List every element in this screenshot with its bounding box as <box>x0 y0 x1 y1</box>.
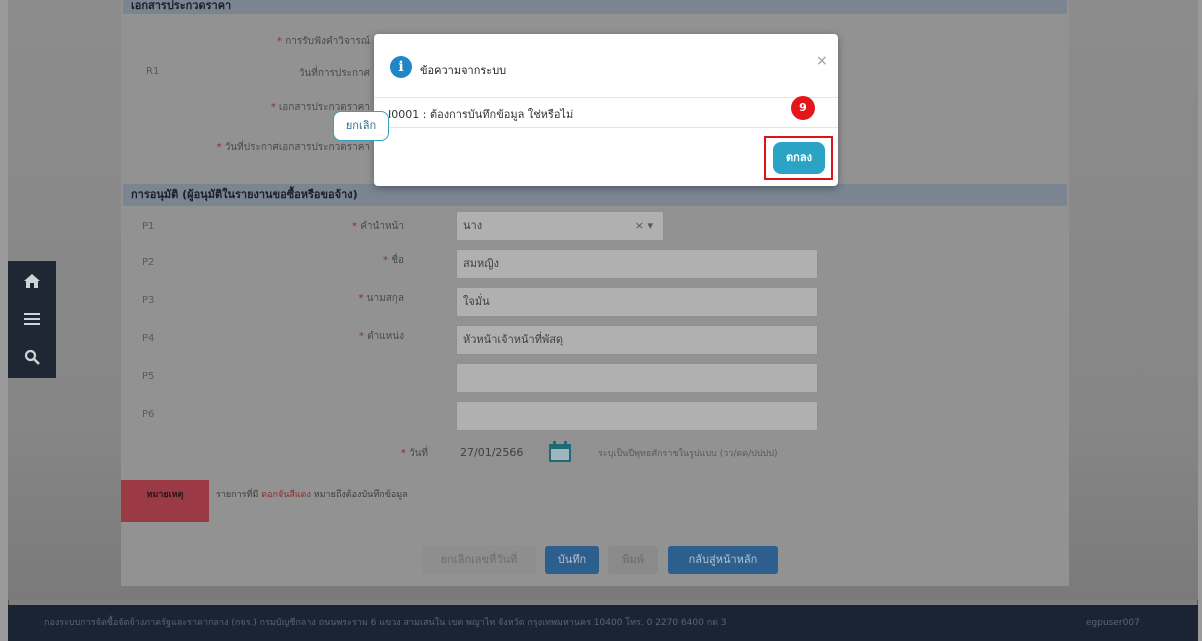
row-code-r1: R1 <box>146 66 160 77</box>
step-number-badge: 9 <box>791 96 815 120</box>
position-input[interactable]: หัวหน้าเจ้าหน้าที่พัสดุ <box>456 325 818 355</box>
dialog-cancel-button[interactable]: ยกเลิก <box>333 111 389 141</box>
field-label-last-name: * นามสกุล <box>358 293 404 304</box>
field-label-position: * ตำแหน่ง <box>358 331 404 342</box>
floating-sidebar <box>8 261 56 378</box>
print-button[interactable]: พิมพ์ <box>608 546 658 574</box>
footer-address: กองระบบการจัดซื้อจัดจ้างภาครัฐและราคากลา… <box>44 618 727 628</box>
search-icon[interactable] <box>8 339 56 375</box>
field-label-date: * วันที่ <box>400 448 428 459</box>
row-code-p1: P1 <box>142 221 155 232</box>
close-icon[interactable]: × <box>816 53 828 69</box>
prefix-select[interactable]: นาง × ▾ <box>456 211 664 241</box>
p6-input[interactable] <box>456 401 818 431</box>
home-icon[interactable] <box>8 263 56 299</box>
note-text: รายการที่มี ดอกจันสีแดง หมายถึงต้องบันทึ… <box>216 490 408 500</box>
page-footer: กองระบบการจัดซื้อจัดจ้างภาครัฐและราคากลา… <box>8 605 1198 641</box>
cancel-number-button[interactable]: ยกเลิกเลขที่วันที่ <box>422 546 536 574</box>
field-label-prefix: * คำนำหน้า <box>352 221 404 232</box>
date-input[interactable]: 27/01/2566 <box>454 439 542 469</box>
row-code-p3: P3 <box>142 295 155 306</box>
row-code-p2: P2 <box>142 257 155 268</box>
footer-user: egpuser007 <box>1086 618 1140 628</box>
info-icon: i <box>390 56 412 78</box>
note-tag: หมายเหตุ <box>121 480 209 522</box>
calendar-icon[interactable] <box>548 441 572 463</box>
dialog-message: I0001 : ต้องการบันทึกข้อมูล ใช่หรือไม่ <box>388 108 574 121</box>
field-label-first-name: * ชื่อ <box>383 255 404 266</box>
row-code-p4: P4 <box>142 333 155 344</box>
first-name-input[interactable]: สมหญิง <box>456 249 818 279</box>
section-header-document: เอกสารประกวดราคา <box>123 0 1067 14</box>
field-label-announce-date: วันที่การประกาศ <box>298 68 370 79</box>
menu-icon[interactable] <box>8 301 56 337</box>
dialog-ok-button[interactable]: ตกลง <box>773 142 825 174</box>
date-format-hint: ระบุเป็นปีพุทธศักราชในรูปแบบ (วว/ดด/ปปปป… <box>598 449 778 459</box>
back-to-home-button[interactable]: กลับสู่หน้าหลัก <box>668 546 778 574</box>
field-label-receive: * การรับฟังคำวิจารณ์ <box>277 36 370 47</box>
row-code-p5: P5 <box>142 371 155 382</box>
section-header-approval: การอนุมัติ (ผู้อนุมัติในรายงานขอซื้อหรือ… <box>123 184 1067 206</box>
row-code-p6: P6 <box>142 409 155 420</box>
field-label-document-date: * วันที่ประกาศเอกสารประกวดราคา <box>216 142 370 153</box>
dialog-header: i ข้อความจากระบบ × <box>374 34 838 98</box>
last-name-input[interactable]: ใจมั่น <box>456 287 818 317</box>
dialog-body: I0001 : ต้องการบันทึกข้อมูล ใช่หรือไม่ <box>374 97 838 128</box>
dialog-title: ข้อความจากระบบ <box>420 64 507 77</box>
p5-input[interactable] <box>456 363 818 393</box>
save-button[interactable]: บันทึก <box>545 546 599 574</box>
